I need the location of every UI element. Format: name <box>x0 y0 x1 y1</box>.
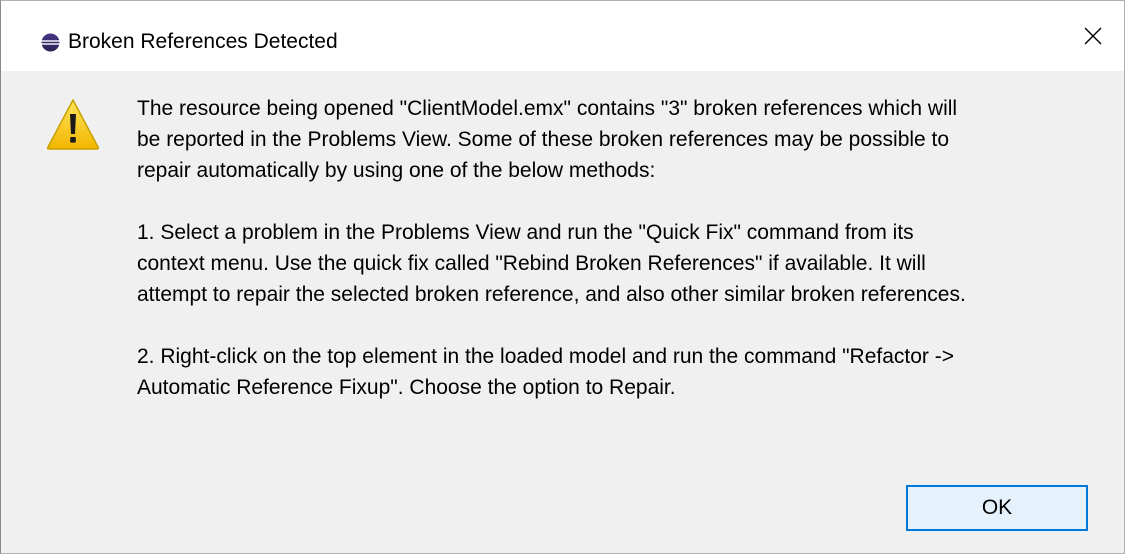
close-button[interactable] <box>1062 1 1124 71</box>
close-icon <box>1084 27 1102 45</box>
dialog-title: Broken References Detected <box>68 30 338 53</box>
warning-icon <box>45 97 101 151</box>
message-paragraph: The resource being opened "ClientModel.e… <box>137 97 958 182</box>
message-body: The resource being opened "ClientModel.e… <box>137 93 1097 403</box>
ok-button[interactable]: OK <box>906 485 1088 531</box>
eclipse-icon <box>41 33 60 52</box>
message-paragraph: 2. Right-click on the top element in the… <box>137 345 954 399</box>
message-paragraph: 1. Select a problem in the Problems View… <box>137 221 966 306</box>
titlebar[interactable]: Broken References Detected <box>1 1 1124 71</box>
broken-references-dialog: Broken References Detected The resource … <box>0 0 1125 554</box>
